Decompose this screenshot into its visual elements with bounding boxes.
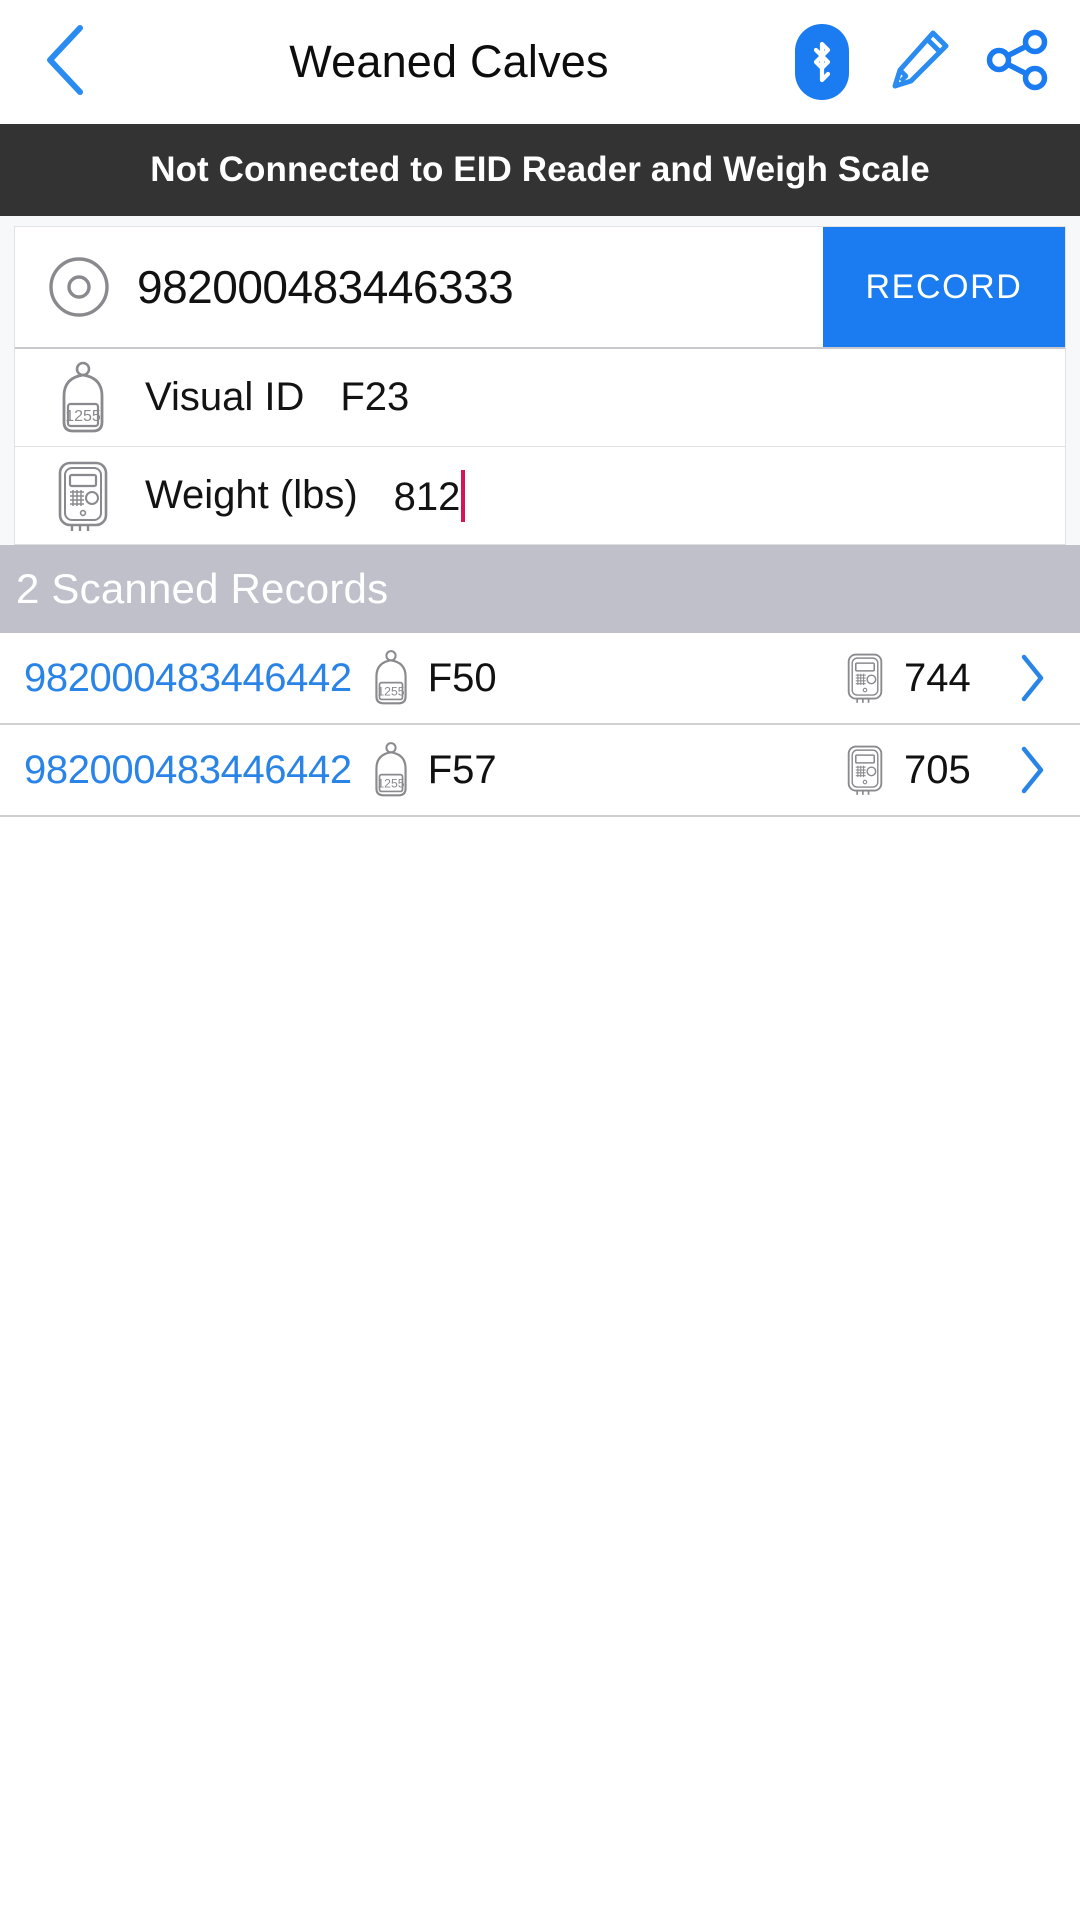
ear-tag-icon: 1255: [368, 647, 414, 709]
scanned-records-header: 2 Scanned Records: [0, 545, 1080, 633]
eid-row: 982000483446333 RECORD: [15, 227, 1065, 349]
share-button[interactable]: [982, 22, 1054, 102]
weigh-scale-indicator-icon: [842, 647, 888, 709]
bluetooth-button[interactable]: [786, 22, 858, 102]
weigh-scale-indicator-icon: [842, 739, 888, 801]
scanned-records-count: 2 Scanned Records: [16, 565, 389, 612]
scanned-records-list: 982000483446442 1255 F50 744 98200048344…: [0, 633, 1080, 817]
chevron-right-icon[interactable]: [1008, 739, 1056, 801]
bluetooth-icon: [795, 24, 849, 100]
rfid-tag-icon: [45, 253, 113, 321]
record-eid: 982000483446442: [24, 655, 352, 700]
visual-id-row[interactable]: 1255 Visual ID F23: [15, 349, 1065, 447]
entry-card-container: 982000483446333 RECORD 1255 Visual ID F2…: [0, 216, 1080, 545]
table-row[interactable]: 982000483446442 1255 F50 744: [0, 633, 1080, 725]
back-button[interactable]: [26, 16, 104, 108]
record-eid: 982000483446442: [24, 747, 352, 792]
svg-text:1255: 1255: [377, 685, 404, 699]
weight-row[interactable]: Weight (lbs) 812: [15, 447, 1065, 545]
ear-tag-icon: 1255: [51, 360, 115, 436]
record-weight: 744: [904, 655, 971, 700]
entry-card: 982000483446333 RECORD 1255 Visual ID F2…: [14, 226, 1066, 545]
svg-text:1255: 1255: [65, 408, 101, 425]
chevron-left-icon: [40, 22, 90, 103]
app-bar-actions: [786, 22, 1058, 102]
record-visual-id: F50: [427, 655, 497, 700]
svg-text:1255: 1255: [377, 777, 404, 791]
visual-id-label: Visual ID: [145, 375, 305, 419]
record-weight: 705: [904, 747, 971, 792]
weight-value: 812: [393, 474, 461, 519]
weight-input[interactable]: 812: [393, 469, 466, 522]
app-screen: Weaned Calves Not Connected to EID Reade…: [0, 0, 1080, 1920]
edit-button[interactable]: [884, 22, 956, 102]
eid-value: 982000483446333: [137, 261, 514, 313]
ear-tag-icon: 1255: [368, 739, 414, 801]
table-row[interactable]: 982000483446442 1255 F57 705: [0, 725, 1080, 817]
connection-status-text: Not Connected to EID Reader and Weigh Sc…: [150, 150, 930, 189]
empty-list-area: [0, 817, 1080, 1920]
page-title: Weaned Calves: [289, 36, 609, 87]
eid-input[interactable]: 982000483446333: [15, 227, 823, 347]
visual-id-value: F23: [340, 375, 410, 419]
share-icon: [985, 29, 1051, 96]
chevron-right-icon[interactable]: [1008, 647, 1056, 709]
text-cursor: [461, 469, 466, 522]
pencil-icon: [887, 26, 953, 99]
connection-status-banner: Not Connected to EID Reader and Weigh Sc…: [0, 124, 1080, 216]
weight-label: Weight (lbs): [145, 473, 358, 517]
record-visual-id: F57: [427, 747, 497, 792]
record-button[interactable]: RECORD: [823, 227, 1065, 347]
weigh-scale-indicator-icon: [51, 458, 115, 534]
app-bar: Weaned Calves: [0, 0, 1080, 124]
